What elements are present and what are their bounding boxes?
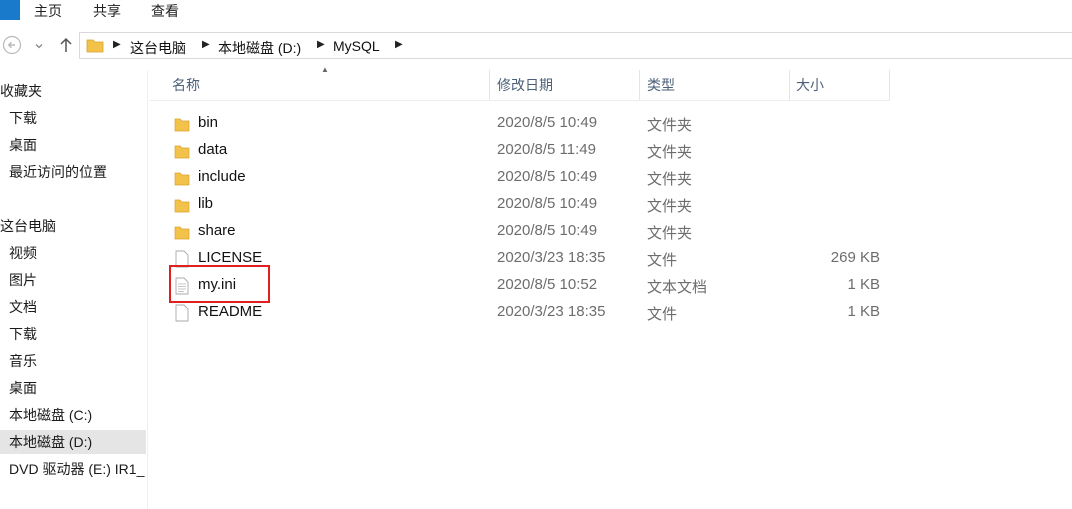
nav-item-label: 这台电脑 bbox=[0, 218, 56, 234]
file-type: 文本文档 bbox=[647, 279, 708, 296]
column-divider[interactable] bbox=[639, 70, 640, 100]
file-name: LICENSE bbox=[198, 249, 263, 266]
nav-item-label: DVD 驱动器 (E:) IR1_ bbox=[9, 461, 145, 477]
column-divider[interactable] bbox=[889, 70, 890, 100]
nav-item-recent-places[interactable]: 最近访问的位置 bbox=[0, 160, 146, 184]
file-name: lib bbox=[198, 195, 214, 212]
address-row: ▶ 这台电脑 ▶ 本地磁盘 (D:) ▶ MySQL ▶ bbox=[0, 30, 1072, 62]
highlight-box bbox=[169, 265, 270, 303]
nav-item-dvd-drive[interactable]: DVD 驱动器 (E:) IR1_ bbox=[0, 457, 146, 481]
file-name: README bbox=[198, 303, 263, 320]
file-date: 2020/8/5 11:49 bbox=[497, 141, 596, 158]
header-divider bbox=[150, 100, 890, 101]
nav-item-favorites[interactable]: 收藏夹 bbox=[0, 79, 146, 103]
folder-icon bbox=[174, 223, 190, 241]
nav-item-desktop[interactable]: 桌面 bbox=[0, 133, 146, 157]
nav-item-label: 下载 bbox=[9, 326, 37, 342]
file-date: 2020/8/5 10:52 bbox=[497, 276, 598, 293]
blank-file-icon bbox=[174, 304, 190, 322]
column-divider[interactable] bbox=[789, 70, 790, 100]
file-date: 2020/8/5 10:49 bbox=[497, 195, 598, 212]
nav-item-label: 文档 bbox=[9, 299, 37, 315]
file-row[interactable]: bin 2020/8/5 10:49 文件夹 bbox=[150, 110, 890, 137]
nav-item-desktop-pc[interactable]: 桌面 bbox=[0, 376, 146, 400]
file-name: bin bbox=[198, 114, 219, 131]
recent-locations-chevron-icon[interactable] bbox=[34, 38, 44, 55]
file-date: 2020/3/23 18:35 bbox=[497, 249, 606, 266]
nav-item-downloads-pc[interactable]: 下载 bbox=[0, 322, 146, 346]
file-date: 2020/3/23 18:35 bbox=[497, 303, 606, 320]
breadcrumb-separator-icon: ▶ bbox=[395, 39, 403, 50]
file-size: 1 KB bbox=[847, 303, 880, 320]
file-tab[interactable] bbox=[0, 0, 20, 20]
column-divider[interactable] bbox=[489, 70, 490, 100]
nav-item-music[interactable]: 音乐 bbox=[0, 349, 146, 373]
file-type: 文件夹 bbox=[647, 198, 693, 215]
column-header-type[interactable]: 类型 bbox=[647, 70, 787, 100]
file-type: 文件夹 bbox=[647, 171, 693, 188]
nav-item-label: 最近访问的位置 bbox=[9, 164, 107, 180]
nav-item-label: 收藏夹 bbox=[0, 83, 42, 99]
file-type: 文件 bbox=[647, 252, 678, 269]
nav-item-label: 音乐 bbox=[9, 353, 37, 369]
folder-icon bbox=[174, 142, 190, 160]
tab-share[interactable]: 共享 bbox=[93, 1, 121, 21]
nav-item-pictures[interactable]: 图片 bbox=[0, 268, 146, 292]
column-header-date[interactable]: 修改日期 bbox=[497, 70, 637, 100]
nav-item-label: 桌面 bbox=[9, 137, 37, 153]
nav-item-drive-d[interactable]: 本地磁盘 (D:) bbox=[0, 430, 146, 454]
nav-item-label: 下载 bbox=[9, 110, 37, 126]
file-date: 2020/8/5 10:49 bbox=[497, 114, 598, 131]
nav-item-label: 桌面 bbox=[9, 380, 37, 396]
file-type: 文件 bbox=[647, 306, 678, 323]
nav-item-drive-c[interactable]: 本地磁盘 (C:) bbox=[0, 403, 146, 427]
folder-icon bbox=[86, 37, 104, 57]
file-row[interactable]: share 2020/8/5 10:49 文件夹 bbox=[150, 218, 890, 245]
file-row[interactable]: data 2020/8/5 11:49 文件夹 bbox=[150, 137, 890, 164]
column-header-size[interactable]: 大小 bbox=[796, 70, 886, 100]
address-bar[interactable]: ▶ 这台电脑 ▶ 本地磁盘 (D:) ▶ MySQL ▶ bbox=[79, 32, 1072, 59]
nav-item-label: 图片 bbox=[9, 272, 37, 288]
file-name: data bbox=[198, 141, 228, 158]
up-arrow-icon[interactable] bbox=[58, 36, 74, 58]
file-name: include bbox=[198, 168, 246, 185]
file-row[interactable]: include 2020/8/5 10:49 文件夹 bbox=[150, 164, 890, 191]
breadcrumb-separator-icon: ▶ bbox=[202, 39, 210, 50]
tab-view[interactable]: 查看 bbox=[151, 1, 179, 21]
file-name: share bbox=[198, 222, 236, 239]
column-header-name[interactable]: 名称 bbox=[172, 70, 487, 100]
file-type: 文件夹 bbox=[647, 117, 693, 134]
navigation-pane: 收藏夹 下载 桌面 最近访问的位置 这台电脑 视频 图片 文档 下载 音乐 桌面… bbox=[0, 70, 148, 509]
nav-item-label: 本地磁盘 (D:) bbox=[9, 434, 93, 450]
file-row[interactable]: lib 2020/8/5 10:49 文件夹 bbox=[150, 191, 890, 218]
breadcrumb-separator-icon: ▶ bbox=[113, 39, 121, 50]
tab-home[interactable]: 主页 bbox=[34, 1, 62, 21]
file-date: 2020/8/5 10:49 bbox=[497, 222, 598, 239]
file-row[interactable]: README 2020/3/23 18:35 文件 1 KB bbox=[150, 299, 890, 326]
breadcrumb-this-pc[interactable]: 这台电脑 bbox=[130, 38, 186, 58]
nav-item-documents[interactable]: 文档 bbox=[0, 295, 146, 319]
nav-item-videos[interactable]: 视频 bbox=[0, 241, 146, 265]
file-size: 1 KB bbox=[847, 276, 880, 293]
breadcrumb-separator-icon: ▶ bbox=[317, 39, 325, 50]
file-size: 269 KB bbox=[830, 249, 880, 266]
nav-item-this-pc[interactable]: 这台电脑 bbox=[0, 214, 146, 238]
folder-icon bbox=[174, 196, 190, 214]
breadcrumb-mysql[interactable]: MySQL bbox=[333, 38, 380, 54]
nav-item-downloads[interactable]: 下载 bbox=[0, 106, 146, 130]
breadcrumb-drive-d[interactable]: 本地磁盘 (D:) bbox=[218, 38, 301, 58]
file-type: 文件夹 bbox=[647, 225, 693, 242]
nav-item-label: 视频 bbox=[9, 245, 37, 261]
folder-icon bbox=[174, 169, 190, 187]
nav-item-label: 本地磁盘 (C:) bbox=[9, 407, 93, 423]
folder-icon bbox=[174, 115, 190, 133]
ribbon-tab-bar: 主页 共享 查看 bbox=[0, 0, 1072, 20]
file-date: 2020/8/5 10:49 bbox=[497, 168, 598, 185]
back-arrow-icon[interactable] bbox=[2, 35, 22, 59]
file-type: 文件夹 bbox=[647, 144, 693, 161]
